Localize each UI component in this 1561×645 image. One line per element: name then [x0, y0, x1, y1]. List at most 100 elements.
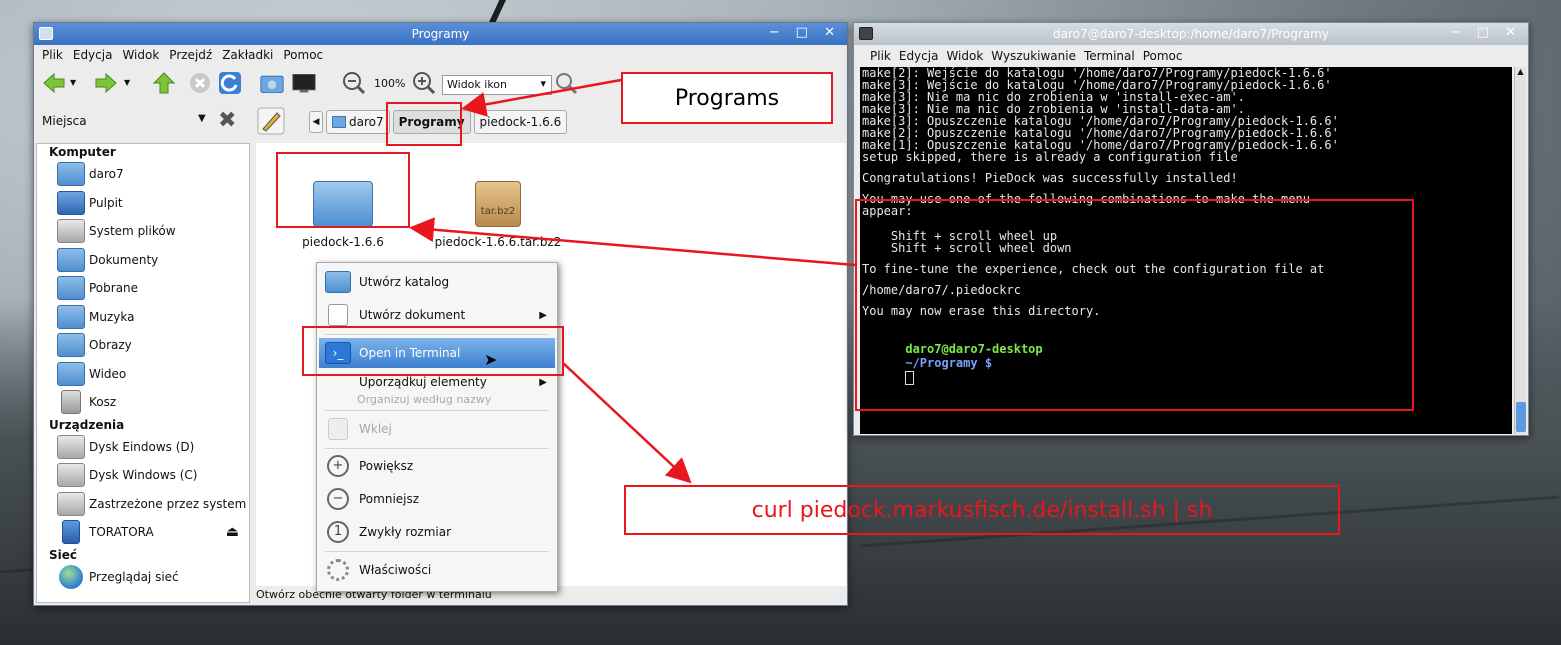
sidebar-item-home[interactable]: daro7	[37, 160, 249, 189]
menu-item-label: Właściwości	[359, 563, 432, 577]
pictures-folder-icon	[57, 333, 85, 358]
close-pane-icon[interactable]: ✖	[218, 108, 236, 133]
menu-item-create-folder[interactable]: Utwórz katalog	[319, 267, 555, 297]
computer-icon[interactable]	[292, 71, 316, 95]
sidebar-item-disk-c[interactable]: Dysk Windows (C)	[37, 461, 249, 490]
reload-icon[interactable]	[218, 71, 242, 95]
zoom-in-icon: +	[327, 455, 349, 477]
menu-edycja[interactable]: Edycja	[899, 49, 939, 63]
file-name: piedock-1.6.6	[302, 235, 384, 249]
trash-icon	[61, 390, 81, 415]
window-controls[interactable]: − □ ✕	[1450, 25, 1522, 40]
sidebar-item-label: TORATORA	[89, 525, 154, 540]
fm-menubar: Plik Edycja Widok Przejdź Zakładki Pomoc	[34, 45, 847, 65]
sidebar-item-reserved[interactable]: Zastrzeżone przez system	[37, 490, 249, 519]
sidebar-item-label: Wideo	[89, 366, 127, 381]
usb-drive-icon	[62, 520, 80, 545]
menu-item-zoom-out[interactable]: − Pomniejsz	[319, 484, 555, 514]
breadcrumb-back-icon[interactable]: ◀	[309, 111, 323, 133]
sidebar-item-usb[interactable]: TORATORA ⏏	[37, 518, 249, 547]
menu-separator	[325, 410, 549, 411]
places-dropdown-icon[interactable]: ▼	[198, 113, 206, 124]
sidebar-item-disk-d[interactable]: Dysk Eindows (D)	[37, 433, 249, 462]
back-arrow-icon[interactable]	[42, 71, 66, 95]
new-folder-icon	[325, 271, 351, 293]
sidebar-item-downloads[interactable]: Pobrane	[37, 274, 249, 303]
back-dropdown-icon[interactable]: ▼	[70, 78, 76, 87]
terminal-titlebar[interactable]: daro7@daro7-desktop:/home/daro7/Programy…	[854, 23, 1528, 45]
zoom-level: 100%	[374, 77, 406, 90]
eject-icon[interactable]: ⏏	[226, 524, 239, 540]
menu-terminal[interactable]: Terminal	[1084, 49, 1135, 63]
annotation-box-folder	[276, 152, 410, 228]
view-mode-select[interactable]: Widok ikon ▾	[442, 75, 552, 95]
scroll-up-icon[interactable]: ▲	[1515, 67, 1526, 76]
menu-item-label: Wklej	[359, 422, 392, 436]
forward-arrow-icon[interactable]	[94, 71, 118, 95]
menu-edycja[interactable]: Edycja	[73, 48, 113, 62]
sidebar-item-documents[interactable]: Dokumenty	[37, 246, 249, 275]
zoom-in-icon[interactable]	[412, 71, 436, 95]
menu-widok[interactable]: Widok	[122, 48, 159, 62]
places-label[interactable]: Miejsca	[42, 114, 87, 128]
sidebar-item-music[interactable]: Muzyka	[37, 303, 249, 332]
terminal-line: Congratulations! PieDock was successfull…	[862, 171, 1238, 185]
menu-item-properties[interactable]: Właściwości	[319, 555, 555, 585]
sidebar-header-devices: Urządzenia	[49, 417, 125, 432]
breadcrumb-child[interactable]: piedock-1.6.6	[473, 110, 568, 134]
view-mode-value: Widok ikon	[447, 78, 508, 91]
annotation-box-terminal-message	[855, 199, 1414, 411]
sidebar-item-desktop[interactable]: Pulpit	[37, 189, 249, 218]
submenu-arrow-icon: ▶	[539, 376, 547, 388]
scrollbar-thumb[interactable]	[1516, 402, 1526, 432]
edit-location-icon[interactable]	[257, 107, 285, 135]
sidebar-item-trash[interactable]: Kosz	[37, 388, 249, 417]
breadcrumb-label: piedock-1.6.6	[479, 115, 562, 129]
sidebar-item-filesystem[interactable]: System plików	[37, 217, 249, 246]
sidebar-item-label: Obrazy	[89, 338, 132, 353]
menu-widok[interactable]: Widok	[946, 49, 983, 63]
breadcrumb-home[interactable]: daro7	[326, 110, 390, 134]
forward-dropdown-icon[interactable]: ▼	[124, 78, 130, 87]
search-icon[interactable]	[554, 71, 578, 95]
menu-item-zoom-in[interactable]: + Powiększ	[319, 451, 555, 481]
zoom-out-icon: −	[327, 488, 349, 510]
menu-przejdz[interactable]: Przejdź	[169, 48, 212, 62]
menu-item-paste: Wklej	[319, 414, 555, 444]
menu-pomoc[interactable]: Pomoc	[283, 48, 323, 62]
terminal-scrollbar[interactable]: ▲	[1514, 67, 1526, 434]
menu-zakladki[interactable]: Zakładki	[222, 48, 273, 62]
sidebar-item-label: daro7	[89, 167, 124, 182]
videos-folder-icon	[57, 361, 85, 386]
new-document-icon	[328, 304, 348, 326]
sidebar-item-pictures[interactable]: Obrazy	[37, 331, 249, 360]
downloads-folder-icon	[57, 276, 85, 301]
home-folder-icon	[57, 162, 85, 187]
menu-item-normal-size[interactable]: 1 Zwykły rozmiar	[319, 517, 555, 547]
menu-item-label: Utwórz dokument	[359, 308, 466, 322]
window-controls[interactable]: − □ ✕	[769, 25, 841, 40]
menu-wyszukiwanie[interactable]: Wyszukiwanie	[991, 49, 1076, 63]
drive-icon	[57, 434, 85, 459]
up-arrow-icon[interactable]	[152, 71, 176, 95]
stop-icon[interactable]	[188, 71, 212, 95]
sidebar-item-label: Przeglądaj sieć	[89, 569, 179, 584]
sidebar-item-network[interactable]: Przeglądaj sieć	[37, 563, 249, 592]
menu-plik[interactable]: Plik	[42, 48, 63, 62]
file-item-archive[interactable]: tar.bz2 piedock-1.6.6.tar.bz2	[433, 181, 563, 249]
menu-item-label: Utwórz katalog	[359, 275, 450, 289]
menu-pomoc[interactable]: Pomoc	[1143, 49, 1183, 63]
music-folder-icon	[57, 304, 85, 329]
fm-titlebar[interactable]: Programy − □ ✕	[34, 23, 847, 45]
zoom-out-icon[interactable]	[342, 71, 366, 95]
menu-plik[interactable]: Plik	[870, 49, 891, 63]
home-icon[interactable]	[260, 71, 284, 95]
sidebar-item-videos[interactable]: Wideo	[37, 360, 249, 389]
terminal-line: setup skipped, there is already a config…	[862, 150, 1238, 164]
annotation-label-curl: curl piedock.markusfisch.de/install.sh |…	[624, 485, 1340, 535]
documents-folder-icon	[57, 247, 85, 272]
desktop-icon	[57, 190, 85, 215]
sidebar-item-label: Dokumenty	[89, 252, 159, 267]
sidebar-item-label: Pulpit	[89, 195, 123, 210]
sidebar-item-label: Zastrzeżone przez system	[89, 496, 247, 511]
